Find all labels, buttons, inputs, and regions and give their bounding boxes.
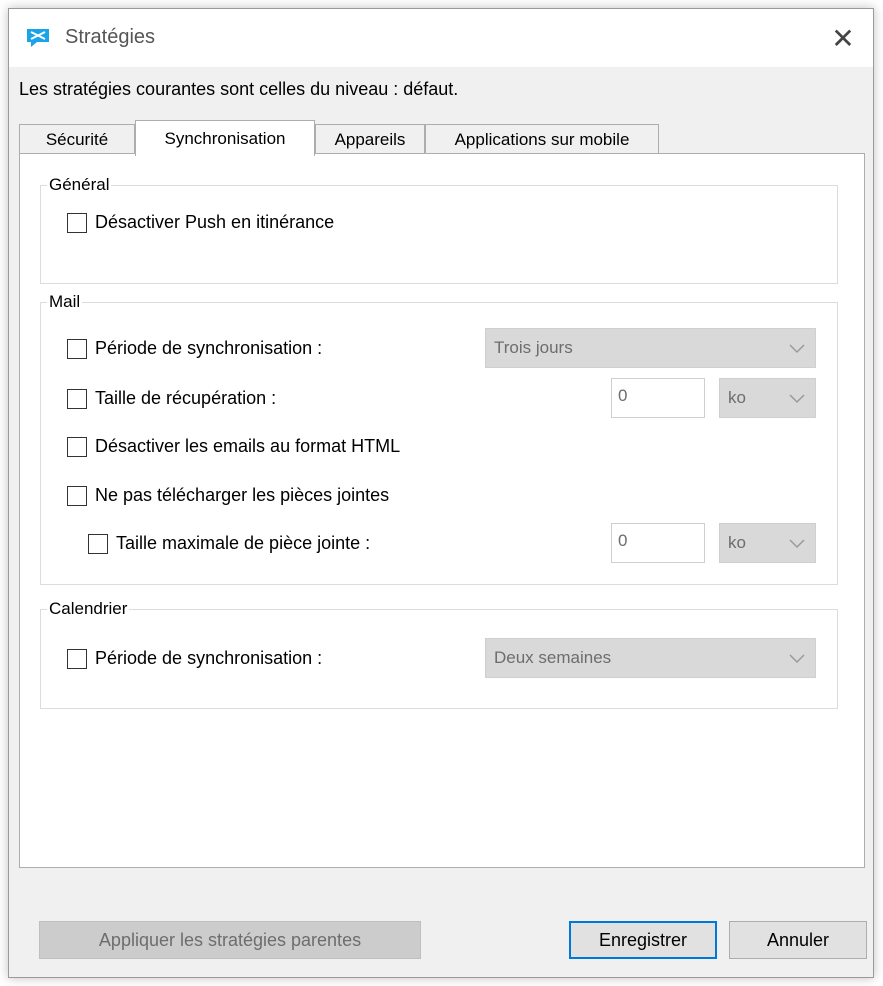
no-attachments-checkbox[interactable] <box>67 485 87 506</box>
disable-html-option[interactable]: Désactiver les emails au format HTML <box>67 436 400 457</box>
disable-push-roaming-checkbox[interactable] <box>67 212 87 233</box>
disable-html-label: Désactiver les emails au format HTML <box>95 436 401 456</box>
max-attachment-unit-select[interactable]: ko <box>719 523 816 563</box>
group-general: Général Désactiver Push en itinérance <box>40 174 838 284</box>
tab-securite[interactable]: Sécurité <box>19 124 135 154</box>
disable-push-roaming-option[interactable]: Désactiver Push en itinérance <box>67 212 334 233</box>
calendar-sync-period-option[interactable]: Période de synchronisation : <box>67 648 322 669</box>
max-attachment-checkbox[interactable] <box>88 533 108 554</box>
group-calendar-legend: Calendrier <box>47 598 130 620</box>
save-button[interactable]: Enregistrer <box>569 921 717 959</box>
max-attachment-label: Taille maximale de pièce jointe : <box>116 533 371 553</box>
calendar-sync-period-select[interactable]: Deux semaines <box>485 638 816 678</box>
retrieval-size-checkbox[interactable] <box>67 388 87 409</box>
mail-sync-period-value: Trois jours <box>494 338 573 357</box>
chevron-down-icon <box>789 394 805 404</box>
max-attachment-option[interactable]: Taille maximale de pièce jointe : <box>88 533 370 554</box>
chevron-down-icon <box>789 654 805 664</box>
mail-sync-period-select[interactable]: Trois jours <box>485 328 816 368</box>
tab-appareils[interactable]: Appareils <box>315 124 425 154</box>
calendar-sync-period-checkbox[interactable] <box>67 648 87 669</box>
retrieval-size-option[interactable]: Taille de récupération : <box>67 388 276 409</box>
group-general-legend: Général <box>47 174 112 196</box>
tab-synchronisation[interactable]: Synchronisation <box>135 120 315 156</box>
retrieval-size-label: Taille de récupération : <box>95 388 277 408</box>
synchronisation-panel: Général Désactiver Push en itinérance Ma… <box>19 153 865 868</box>
mail-sync-period-option[interactable]: Période de synchronisation : <box>67 338 322 359</box>
disable-push-roaming-label: Désactiver Push en itinérance <box>95 212 335 232</box>
mail-sync-period-checkbox[interactable] <box>67 338 87 359</box>
calendar-sync-period-value: Deux semaines <box>494 648 612 667</box>
group-mail: Mail Période de synchronisation : Trois … <box>40 291 838 585</box>
cancel-button[interactable]: Annuler <box>729 921 867 959</box>
calendar-sync-period-label: Période de synchronisation : <box>95 648 323 668</box>
apply-parent-strategies-button[interactable]: Appliquer les stratégies parentes <box>39 921 421 959</box>
disable-html-checkbox[interactable] <box>67 436 87 457</box>
window-title: Stratégies <box>65 26 156 48</box>
retrieval-size-unit-value: ko <box>728 388 746 407</box>
tab-applications-mobile[interactable]: Applications sur mobile <box>425 124 659 154</box>
close-button[interactable]: ✕ <box>813 9 873 67</box>
no-attachments-option[interactable]: Ne pas télécharger les pièces jointes <box>67 485 389 506</box>
max-attachment-input[interactable]: 0 <box>611 523 705 563</box>
chevron-down-icon <box>789 539 805 549</box>
no-attachments-label: Ne pas télécharger les pièces jointes <box>95 485 390 505</box>
mail-sync-period-label: Période de synchronisation : <box>95 338 323 358</box>
app-chat-icon <box>27 29 49 47</box>
group-mail-legend: Mail <box>47 291 83 313</box>
retrieval-size-unit-select[interactable]: ko <box>719 378 816 418</box>
title-bar: Stratégies ✕ <box>9 9 873 67</box>
max-attachment-unit-value: ko <box>728 533 746 552</box>
retrieval-size-input[interactable]: 0 <box>611 378 705 418</box>
group-calendar: Calendrier Période de synchronisation : … <box>40 598 838 709</box>
level-info-text: Les stratégies courantes sont celles du … <box>19 79 459 99</box>
chevron-down-icon <box>789 344 805 354</box>
strategies-dialog: Stratégies ✕ Les stratégies courantes so… <box>8 8 874 978</box>
close-icon: ✕ <box>831 22 855 54</box>
